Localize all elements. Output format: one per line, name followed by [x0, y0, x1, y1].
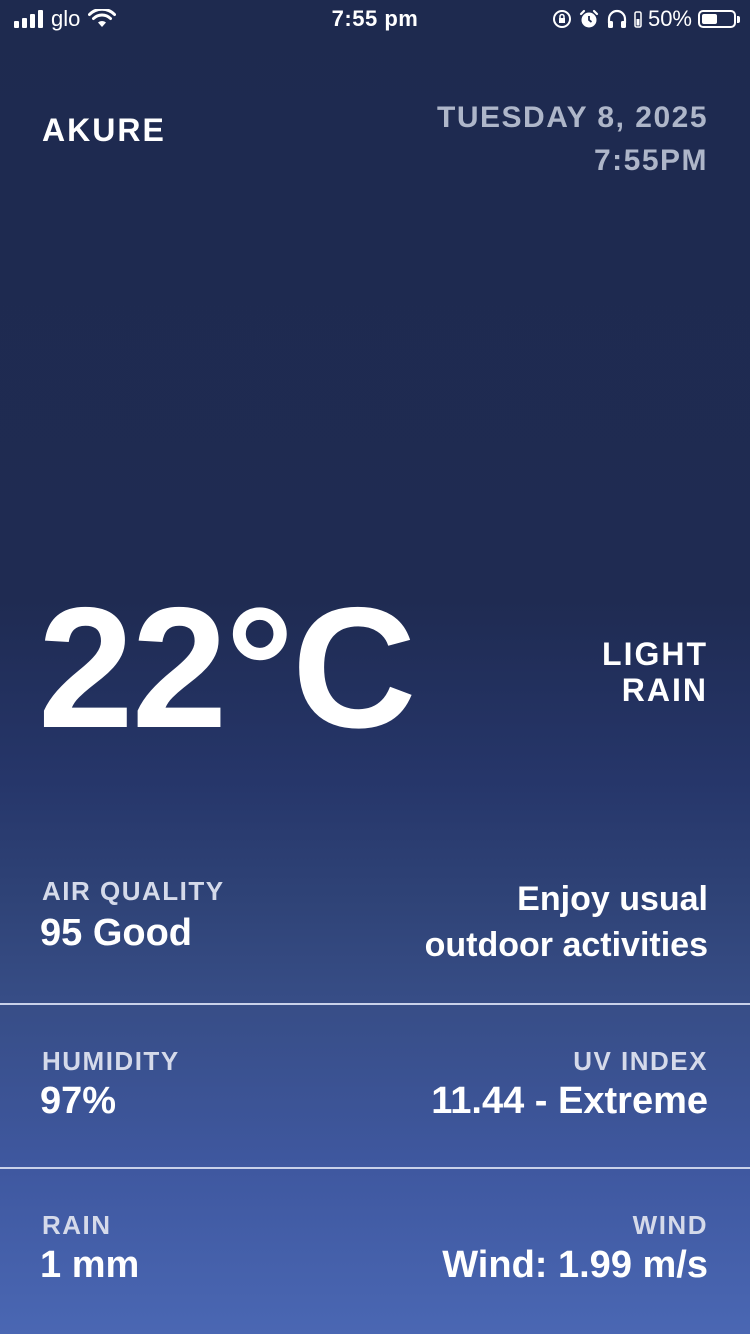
time-label: 7:55PM — [593, 144, 708, 177]
battery-fill — [702, 14, 717, 24]
humidity-label: HUMIDITY — [42, 1046, 180, 1076]
battery-icon — [698, 10, 740, 28]
condition-line-1: LIGHT — [602, 636, 708, 672]
battery-small-icon — [634, 11, 642, 28]
air-quality-label: AIR QUALITY — [42, 876, 225, 906]
headphones-icon — [607, 9, 627, 28]
date-label: TUESDAY 8, 2025 — [437, 101, 708, 134]
uv-index-value: 11.44 - Extreme — [431, 1080, 708, 1122]
status-bar: glo 7:55 pm 50% — [0, 0, 750, 42]
weather-condition: LIGHT RAIN — [602, 636, 708, 708]
rain-value: 1 mm — [40, 1244, 140, 1286]
uv-index-label: UV INDEX — [573, 1046, 708, 1076]
rain-label: RAIN — [42, 1210, 112, 1240]
divider — [0, 1167, 750, 1169]
battery-percent: 50% — [647, 6, 692, 31]
battery-cap — [737, 16, 740, 23]
temperature: 22°C — [38, 572, 416, 764]
wind-label: WIND — [632, 1210, 708, 1240]
alarm-icon — [579, 9, 599, 28]
humidity-value: 97% — [40, 1080, 117, 1122]
wind-value: Wind: 1.99 m/s — [442, 1244, 708, 1286]
status-bar-right: 50% — [552, 6, 740, 32]
orientation-lock-icon — [552, 10, 571, 28]
divider — [0, 1003, 750, 1005]
advice-line-2: outdoor activities — [424, 926, 708, 964]
air-quality-advice: Enjoy usual outdoor activities — [425, 876, 708, 968]
air-quality-value: 95 Good — [40, 912, 193, 954]
advice-line-1: Enjoy usual — [517, 880, 708, 918]
city-name: AKURE — [42, 112, 166, 148]
condition-line-2: RAIN — [621, 672, 708, 708]
date-time: TUESDAY 8, 2025 7:55PM — [437, 96, 708, 182]
